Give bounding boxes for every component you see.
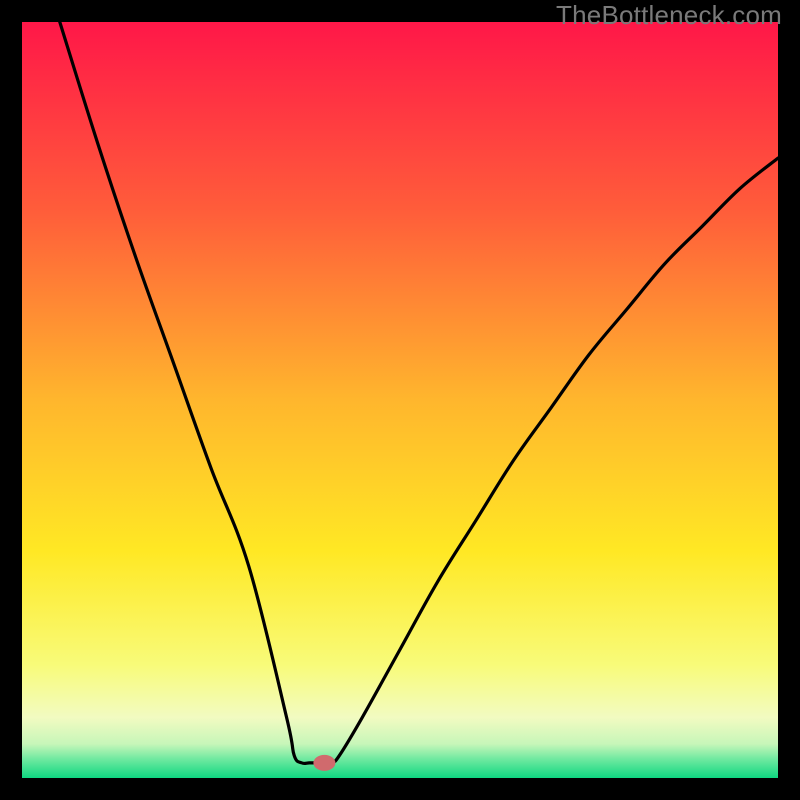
chart-frame: TheBottleneck.com (0, 0, 800, 800)
gradient-background (22, 22, 778, 778)
chart-svg (22, 22, 778, 778)
plot-area (22, 22, 778, 778)
watermark-text: TheBottleneck.com (556, 0, 782, 31)
minimum-marker (313, 755, 335, 771)
